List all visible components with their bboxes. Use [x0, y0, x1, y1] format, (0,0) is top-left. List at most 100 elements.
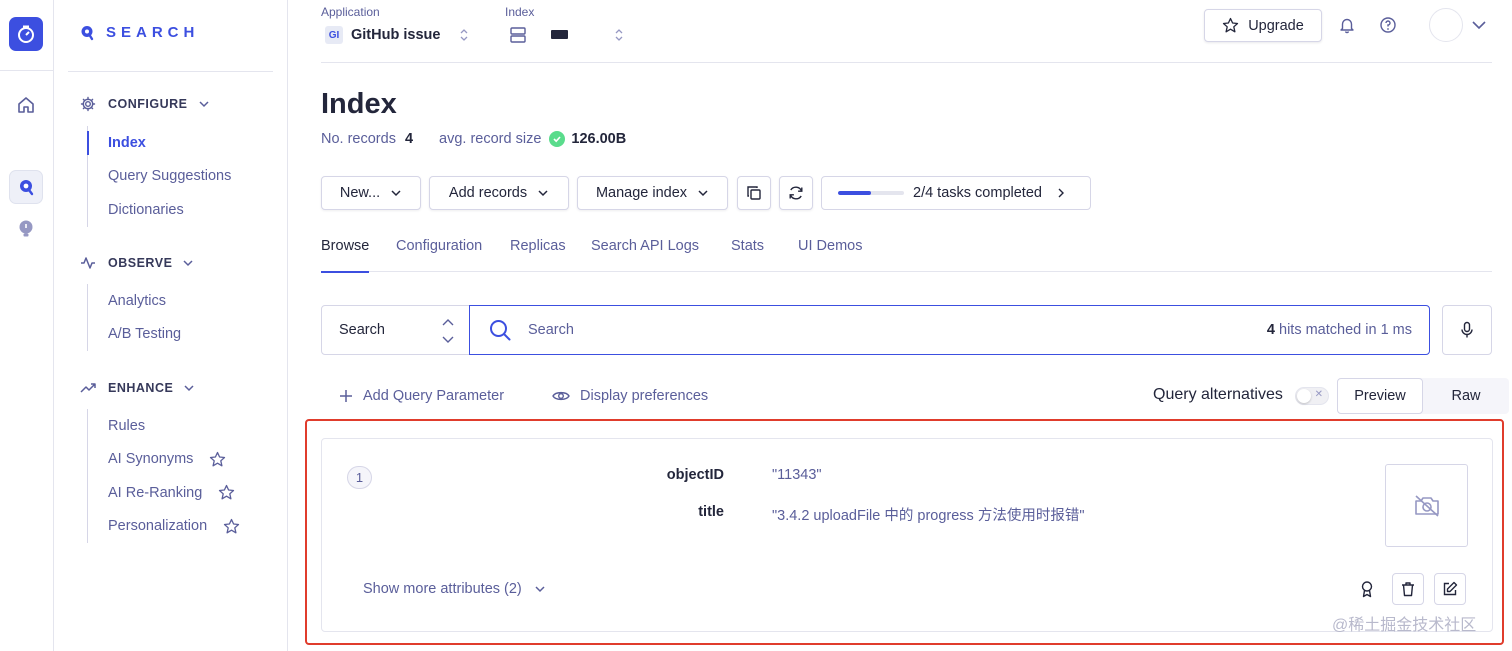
delete-record-button[interactable] [1392, 573, 1424, 605]
search-mode-value: Search [339, 322, 385, 338]
microphone-icon [1461, 321, 1473, 338]
sidebar-item-label: Dictionaries [108, 201, 184, 218]
tab-search-api-logs[interactable]: Search API Logs [591, 238, 699, 272]
section-enhance[interactable]: ENHANCE [80, 380, 195, 396]
tasks-label: 2/4 tasks completed [913, 185, 1042, 201]
star-icon [1223, 17, 1239, 33]
chevron-down-icon[interactable] [1471, 19, 1487, 31]
index-selector[interactable] [509, 26, 625, 44]
sidebar-item-label: A/B Testing [108, 326, 182, 343]
section-observe[interactable]: OBSERVE [80, 255, 194, 271]
search-product-icon[interactable] [9, 170, 43, 204]
upgrade-button[interactable]: Upgrade [1204, 9, 1322, 42]
server-icon [510, 27, 526, 43]
application-name: GitHub issue [351, 27, 441, 43]
chevron-down-icon [535, 586, 545, 593]
add-records-button[interactable]: Add records [429, 176, 569, 210]
chevron-down-icon [698, 190, 708, 197]
records-value: 4 [404, 131, 414, 147]
sidebar-item-ab-testing[interactable]: A/B Testing [88, 318, 181, 352]
sidebar-item-label: Analytics [108, 292, 167, 309]
sidebar-item-index[interactable]: Index [86, 126, 231, 160]
view-mode-raw[interactable]: Raw [1423, 378, 1509, 414]
avg-size-label: avg. record size [439, 131, 542, 147]
refresh-icon [789, 186, 803, 200]
promote-button[interactable] [1351, 573, 1383, 605]
sidebar: SEARCH CONFIGURE Index Query Suggestions… [54, 0, 288, 651]
section-configure[interactable]: CONFIGURE [80, 96, 210, 112]
query-alternatives-toggle[interactable]: ✕ [1295, 387, 1329, 405]
query-alternatives-label: Query alternatives [1153, 386, 1283, 403]
voice-search-button[interactable] [1442, 305, 1492, 355]
manage-index-label: Manage index [595, 185, 688, 201]
application-selector[interactable]: GI GitHub issue [325, 26, 470, 44]
result-card: 1 objectID "11343" title "3.4.2 uploadFi… [321, 438, 1493, 632]
tab-browse[interactable]: Browse [321, 238, 370, 273]
observe-group: Analytics A/B Testing [87, 284, 181, 351]
sidebar-item-label: Personalization [108, 518, 208, 535]
bell-icon[interactable] [1336, 14, 1358, 36]
index-stats: No. records 4 avg. record size 126.00B [321, 131, 626, 147]
new-button[interactable]: New... [321, 176, 421, 210]
view-mode-preview[interactable]: Preview [1337, 378, 1423, 414]
copy-icon [747, 186, 761, 200]
hits-count: 4 [1266, 322, 1275, 338]
display-preferences-button[interactable]: Display preferences [552, 388, 708, 404]
algolia-logo-icon[interactable] [9, 17, 43, 51]
section-configure-title: CONFIGURE [108, 97, 188, 111]
sidebar-item-personalization[interactable]: Personalization [88, 510, 240, 544]
copy-button[interactable] [737, 176, 771, 210]
refresh-button[interactable] [779, 176, 813, 210]
manage-index-button[interactable]: Manage index [577, 176, 728, 210]
tab-stats[interactable]: Stats [731, 238, 764, 272]
sidebar-item-ai-synonyms[interactable]: AI Synonyms [88, 443, 240, 477]
show-more-attributes-button[interactable]: Show more attributes (2) [363, 581, 546, 597]
sidebar-item-label: Index [108, 134, 146, 151]
brand[interactable]: SEARCH [80, 24, 199, 41]
lightbulb-icon[interactable] [9, 212, 43, 246]
sidebar-item-label: AI Synonyms [108, 451, 194, 468]
eye-icon [552, 391, 570, 401]
chevron-updown-icon [615, 29, 623, 41]
add-records-label: Add records [448, 185, 528, 201]
star-icon [219, 485, 235, 500]
help-icon[interactable] [1377, 14, 1399, 36]
page-title: Index [321, 88, 397, 120]
configure-group: Index Query Suggestions Dictionaries [86, 126, 231, 227]
tab-ui-demos[interactable]: UI Demos [798, 238, 862, 272]
tab-configuration[interactable]: Configuration [396, 238, 482, 272]
sidebar-item-ai-re-ranking[interactable]: AI Re-Ranking [88, 476, 240, 510]
search-box: 4 hits matched in 1 ms [469, 305, 1430, 355]
chevron-down-icon [391, 190, 401, 197]
edit-icon [1443, 581, 1458, 596]
sidebar-item-rules[interactable]: Rules [88, 409, 240, 443]
plus-icon [340, 390, 352, 402]
sidebar-item-dictionaries[interactable]: Dictionaries [88, 193, 231, 227]
chevron-updown-icon [460, 29, 468, 41]
sidebar-item-query-suggestions[interactable]: Query Suggestions [88, 160, 231, 194]
section-observe-title: OBSERVE [108, 256, 173, 270]
edit-record-button[interactable] [1434, 573, 1466, 605]
brand-name: SEARCH [106, 24, 200, 41]
tasks-status-button[interactable]: 2/4 tasks completed [821, 176, 1091, 210]
check-circle-icon [549, 131, 566, 147]
trash-icon [1402, 582, 1414, 597]
application-label: Application [321, 5, 380, 19]
search-mode-select[interactable]: Search [321, 305, 470, 355]
result-rank: 1 [347, 466, 372, 489]
home-icon[interactable] [9, 88, 43, 122]
sidebar-item-label: Rules [108, 417, 146, 434]
search-input[interactable] [528, 322, 1128, 338]
header-divider [321, 62, 1492, 63]
activity-icon [81, 257, 95, 269]
chevron-down-icon [538, 190, 548, 197]
chevron-down-icon [183, 260, 193, 267]
add-query-parameter-button[interactable]: Add Query Parameter [339, 388, 504, 404]
toggle-knob [1297, 389, 1311, 403]
hits-summary: 4 hits matched in 1 ms [1267, 322, 1412, 338]
sidebar-item-analytics[interactable]: Analytics [88, 284, 181, 318]
tab-replicas[interactable]: Replicas [510, 238, 566, 272]
avatar[interactable] [1429, 8, 1463, 42]
avg-size-value: 126.00B [571, 131, 627, 147]
tasks-progress-bar [838, 191, 904, 195]
